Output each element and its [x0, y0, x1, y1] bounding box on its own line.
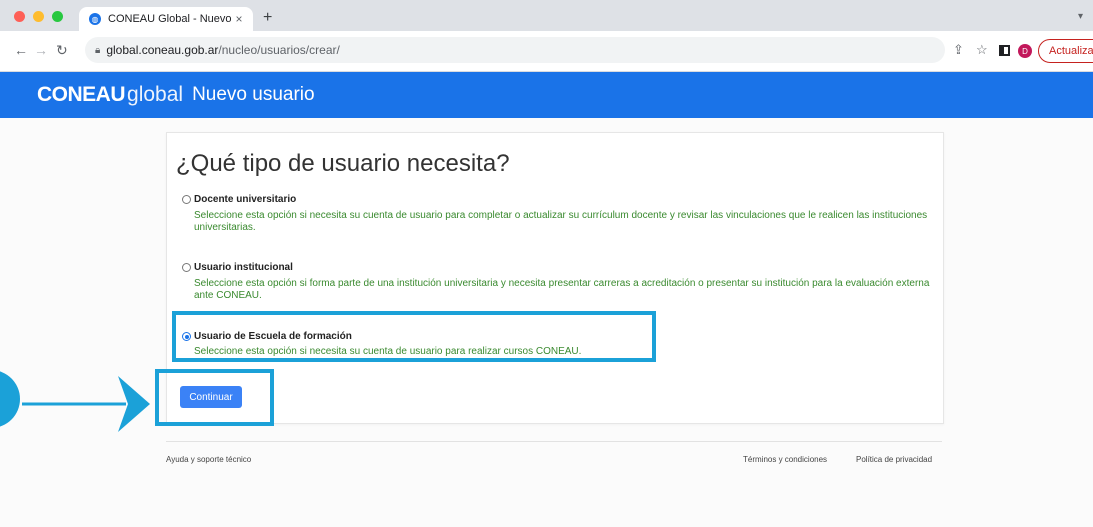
globe-icon: ◍ — [89, 13, 101, 25]
option-institucional-description: Seleccione esta opción si forma parte de… — [194, 278, 930, 301]
window-zoom-button[interactable] — [52, 11, 63, 22]
new-tab-button[interactable]: + — [263, 10, 272, 26]
tab-title: CONEAU Global - Nuevo usuar — [108, 13, 231, 25]
bookmark-star-icon[interactable]: ☆ — [976, 43, 988, 57]
url-host: global.coneau.gob.ar — [106, 43, 219, 57]
update-label: Actualizar — [1049, 45, 1093, 57]
browser-toolbar: ← → ↻ 🔒︎ global.coneau.gob.ar/nucleo/usu… — [0, 31, 1093, 72]
highlight-box-continue — [155, 369, 274, 426]
pointer-arrow-icon — [22, 376, 150, 432]
address-bar[interactable]: 🔒︎ global.coneau.gob.ar/nucleo/usuarios/… — [85, 37, 945, 63]
browser-tab-bar: ◍ CONEAU Global - Nuevo usuar × + ▾ — [0, 0, 1093, 31]
tab-close-icon[interactable]: × — [231, 12, 247, 26]
footer-terms-link[interactable]: Términos y condiciones — [743, 455, 827, 464]
browser-tab[interactable]: ◍ CONEAU Global - Nuevo usuar × — [79, 7, 253, 31]
radio-institucional[interactable] — [182, 263, 191, 272]
highlight-box-selected-option — [172, 311, 656, 362]
footer-privacy-link[interactable]: Política de privacidad — [856, 455, 932, 464]
side-panel-icon[interactable] — [999, 45, 1010, 56]
option-docente[interactable]: Docente universitario — [182, 194, 296, 205]
update-button[interactable]: Actualizar ⋮ — [1038, 39, 1093, 63]
site-header: CONEAU global Nuevo usuario — [0, 72, 1093, 118]
back-arrow-icon[interactable]: ← — [14, 43, 28, 57]
option-docente-description: Seleccione esta opción si necesita su cu… — [194, 210, 928, 233]
radio-docente[interactable] — [182, 195, 191, 204]
url-path: /nucleo/usuarios/crear/ — [218, 43, 340, 57]
user-type-question: ¿Qué tipo de usuario necesita? — [176, 150, 510, 177]
logo-bold-text: CONEAU — [37, 83, 126, 106]
footer-divider — [166, 441, 942, 442]
reload-icon[interactable]: ↻ — [56, 43, 68, 57]
option-institucional[interactable]: Usuario institucional — [182, 262, 293, 273]
window-close-button[interactable] — [14, 11, 25, 22]
tab-list-chevron-icon[interactable]: ▾ — [1078, 11, 1083, 22]
option-docente-label: Docente universitario — [194, 194, 297, 205]
profile-avatar[interactable]: D — [1018, 44, 1032, 58]
option-institucional-label: Usuario institucional — [194, 262, 293, 273]
coneau-logo[interactable]: CONEAU global — [37, 83, 183, 107]
forward-arrow-icon[interactable]: → — [34, 43, 48, 57]
share-icon[interactable]: ⇪ — [953, 43, 964, 57]
page-title: Nuevo usuario — [192, 84, 315, 105]
window-minimize-button[interactable] — [33, 11, 44, 22]
lock-icon: 🔒︎ — [95, 44, 101, 56]
logo-light-text: global — [127, 83, 184, 106]
footer-help-link[interactable]: Ayuda y soporte técnico — [166, 455, 251, 464]
